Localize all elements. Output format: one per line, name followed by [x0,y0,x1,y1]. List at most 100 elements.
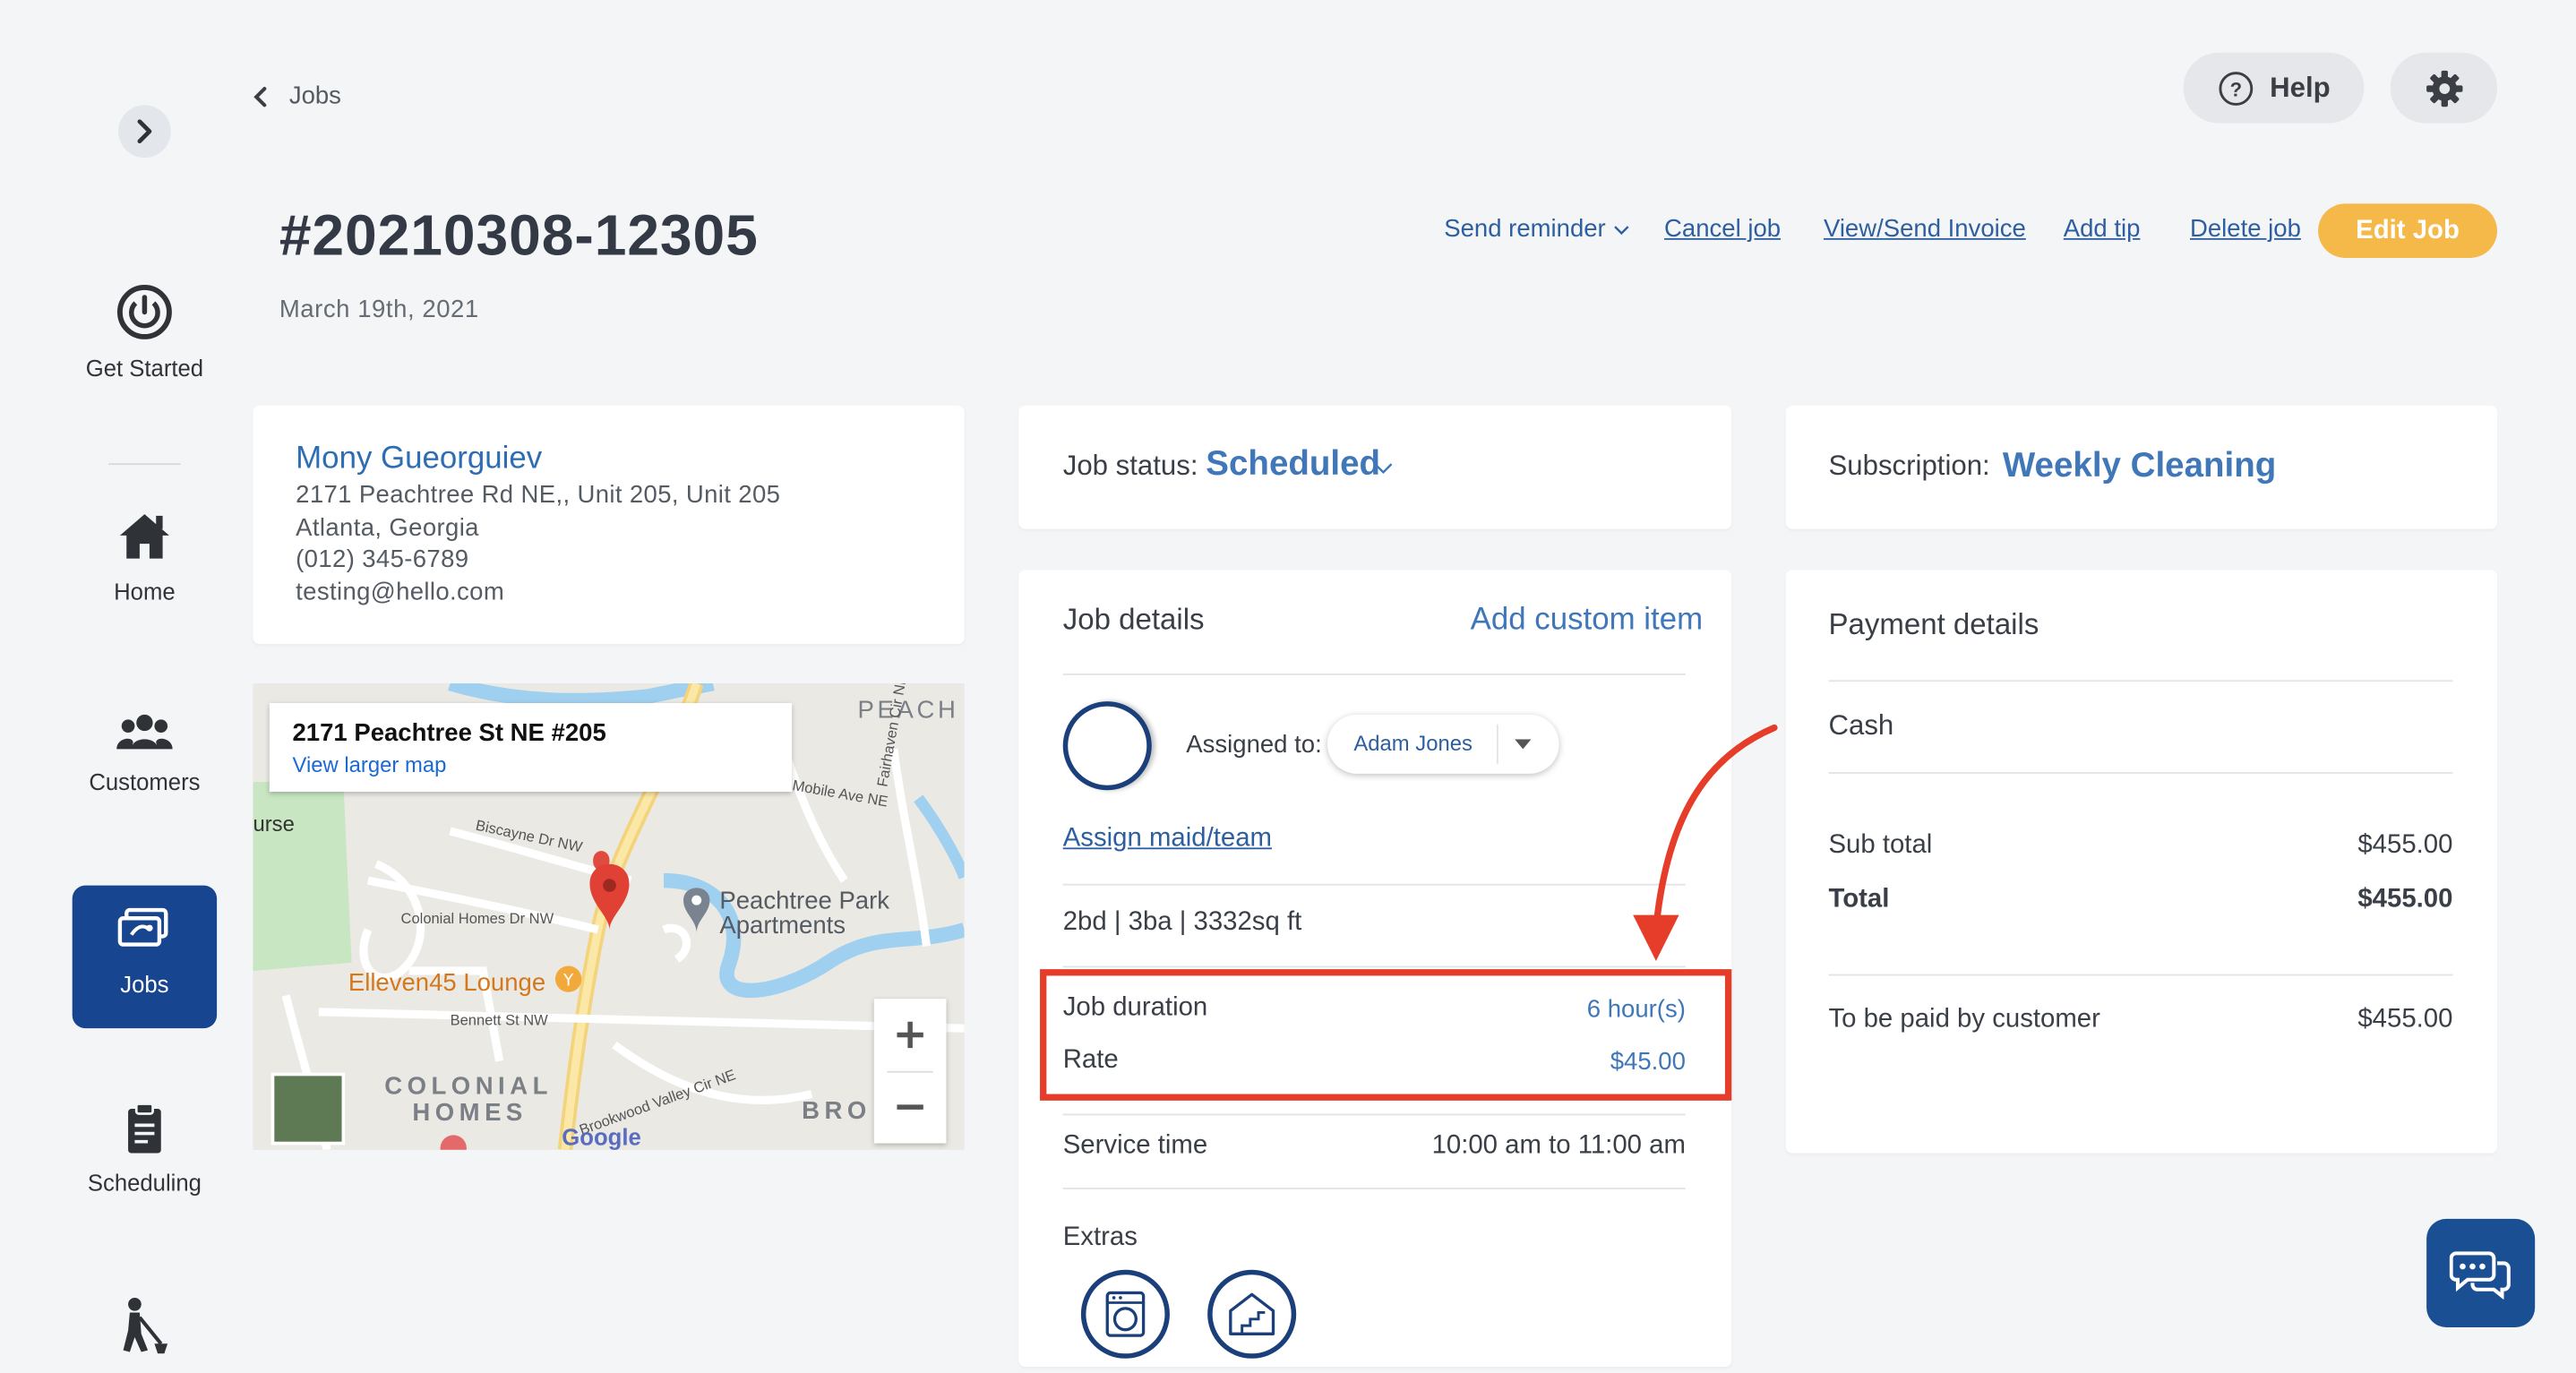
chevron-left-icon [253,86,267,107]
assigned-to-label: Assigned to: [1186,731,1322,759]
total-label: Total [1828,885,1890,914]
sidebar-item-label: Get Started [85,355,204,382]
to-be-paid-value: $455.00 [2357,1005,2453,1034]
divider [1062,1113,1686,1116]
sidebar-item-home[interactable]: Home [73,506,217,605]
sidebar-item-customers[interactable]: Customers [73,709,217,795]
jobs-icon [117,907,168,947]
total-value: $455.00 [2357,885,2453,914]
cleaner-icon [123,1297,168,1354]
divider [1062,1188,1686,1189]
map-view[interactable]: Y 2171 Peachtree St NE #205 View larger … [253,682,965,1150]
map-zoom-controls [873,999,947,1144]
zoom-out-button[interactable] [874,1071,947,1144]
assignee-name: Adam Jones [1353,731,1473,756]
map-label-colonial-homes-dr: Colonial Homes Dr NW [400,910,554,927]
extra-inside-cabinets[interactable] [1207,1269,1297,1359]
sidebar-item-label: Home [114,578,176,605]
divider [1062,673,1686,675]
map-label-bennett: Bennett St NW [450,1011,548,1029]
annotation-arrow [1633,724,1778,961]
sidebar-item-label: Customers [89,768,201,795]
delete-job-link[interactable]: Delete job [2190,215,2301,243]
map-place-card: 2171 Peachtree St NE #205 View larger ma… [269,702,793,793]
service-time-value: 10:00 am to 11:00 am [1431,1131,1686,1160]
users-icon [116,714,173,750]
breadcrumb-jobs-link[interactable]: Jobs [289,82,341,110]
breadcrumb[interactable]: Jobs [250,82,341,110]
subtotal-label: Sub total [1828,831,1933,860]
svg-text:?: ? [2229,77,2241,99]
help-button[interactable]: ? Help [2183,52,2365,124]
select-divider [1496,724,1498,764]
zoom-in-button[interactable] [874,999,947,1071]
send-reminder-dropdown[interactable]: Send reminder [1444,215,1628,243]
home-icon [119,514,169,559]
svg-text:Y: Y [562,971,574,990]
chevron-down-icon[interactable] [1373,461,1393,475]
customer-address: 2171 Peachtree Rd NE,, Unit 205, Unit 20… [296,481,781,510]
sidebar-item-label: Jobs [120,970,169,998]
divider [1828,680,2453,682]
gear-icon [2426,69,2462,107]
service-time-label: Service time [1062,1131,1208,1160]
chevron-right-icon [137,119,152,144]
payment-details-title: Payment details [1828,607,2039,641]
job-details-title: Job details [1062,603,1205,636]
question-circle-icon: ? [2218,71,2253,106]
sidebar-item-label: Scheduling [87,1169,202,1197]
job-date: March 19th, 2021 [279,296,479,324]
assignee-avatar [1062,701,1152,791]
divider [1062,883,1686,886]
map-label-apartments: Apartments [719,911,846,940]
add-custom-item-link[interactable]: Add custom item [1471,603,1704,639]
sidebar-item-cleaner[interactable] [73,1294,217,1373]
map-label-peachtree-park: Peachtree Park [719,887,890,915]
highlight-box [1040,969,1732,1101]
subscription-label: Subscription: [1828,450,1990,482]
chat-icon [2449,1251,2511,1300]
job-rooms: 2bd | 3ba | 3332sq ft [1062,908,1302,937]
google-logo: Google [562,1123,641,1150]
assignee-select[interactable]: Adam Jones [1327,714,1559,774]
payment-details-card [1785,570,2497,1154]
customer-name[interactable]: Mony Gueorguiev [296,442,542,477]
to-be-paid-label: To be paid by customer [1828,1005,2100,1034]
sidebar-item-scheduling[interactable]: Scheduling [73,1101,217,1196]
chat-button[interactable] [2426,1218,2536,1327]
minus-icon [897,1104,923,1110]
view-larger-map-link[interactable]: View larger map [292,752,446,777]
map-place-title: 2171 Peachtree St NE #205 [292,719,606,748]
subscription-value[interactable]: Weekly Cleaning [2003,447,2276,486]
map-label-homes: HOMES [412,1099,528,1128]
add-tip-link[interactable]: Add tip [2064,215,2141,243]
view-send-invoice-link[interactable]: View/Send Invoice [1824,215,2026,243]
settings-button[interactable] [2390,52,2497,124]
edit-job-button[interactable]: Edit Job [2318,203,2497,258]
caret-down-icon [1515,739,1532,750]
map-label-lounge: Elleven45 Lounge [348,969,546,998]
chevron-down-icon [1613,226,1628,236]
cancel-job-link[interactable]: Cancel job [1664,215,1781,243]
map-label-peach: PEACH [857,696,959,725]
job-status-label: Job status: [1062,450,1198,482]
customer-city: Atlanta, Georgia [296,514,479,543]
clipboard-icon [128,1103,161,1154]
payment-method: Cash [1828,709,1894,742]
job-status-dropdown[interactable]: Scheduled [1206,445,1380,485]
customer-email: testing@hello.com [296,578,505,606]
page-title: #20210308-12305 [279,203,759,268]
extras-label: Extras [1062,1223,1138,1252]
map-label-colonial: COLONIAL [384,1072,553,1101]
map-label-urse: urse [253,811,295,837]
plus-icon [897,1021,923,1049]
washing-machine-icon [1105,1291,1146,1337]
sidebar-item-jobs[interactable]: Jobs [72,885,218,1029]
extra-laundry[interactable] [1080,1269,1170,1359]
assign-maid-team-link[interactable]: Assign maid/team [1063,825,1272,854]
sidebar-divider [108,463,181,466]
sidebar-toggle-button[interactable] [118,105,171,159]
divider [1828,974,2453,976]
map-label-brook: BRO [802,1097,872,1126]
sidebar-item-get-started[interactable]: Get Started [73,282,217,382]
